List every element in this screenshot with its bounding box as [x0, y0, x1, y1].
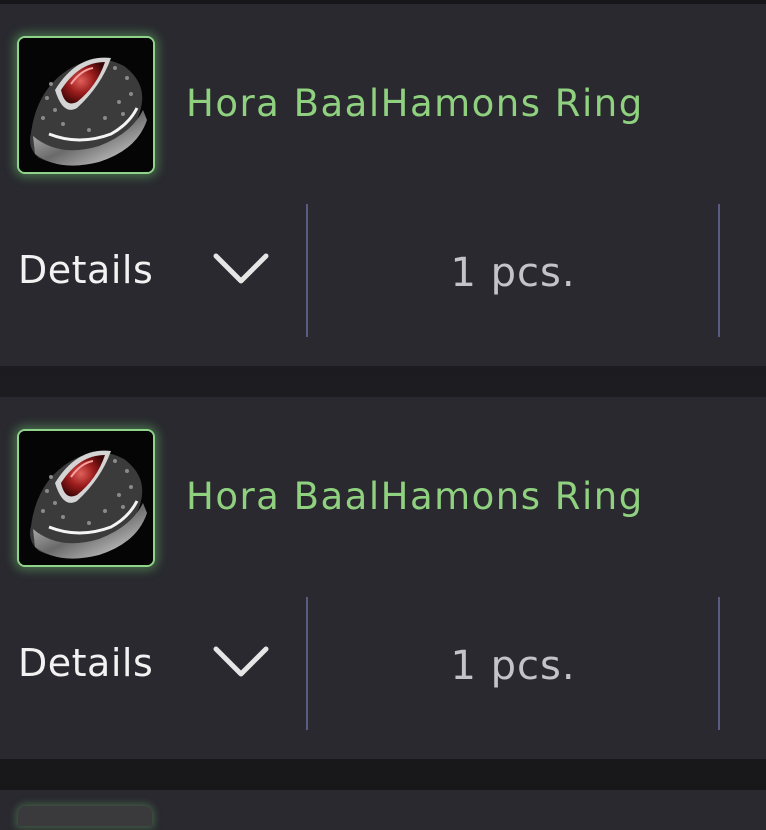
column-divider — [718, 597, 720, 730]
details-button[interactable]: Details — [18, 236, 278, 308]
details-button[interactable]: Details — [18, 629, 278, 701]
item-name: Hora BaalHamons Ring — [186, 82, 644, 125]
column-divider — [306, 597, 308, 730]
item-card: Hora BaalHamons Ring Details 1 pcs. — [0, 397, 766, 759]
item-card: Hora BaalHamons Ring Details 1 pcs. — [0, 4, 766, 366]
chevron-down-icon[interactable] — [212, 252, 270, 286]
quantity-label: 1 pcs. — [450, 250, 576, 296]
item-name: Hora BaalHamons Ring — [186, 475, 644, 518]
ring-icon[interactable] — [17, 36, 155, 174]
item-icon-partial — [18, 806, 152, 826]
details-label: Details — [18, 641, 154, 685]
column-divider — [306, 204, 308, 337]
chevron-down-icon[interactable] — [212, 645, 270, 679]
column-divider — [718, 204, 720, 337]
item-card-partial — [0, 790, 766, 830]
ring-icon[interactable] — [17, 429, 155, 567]
quantity-label: 1 pcs. — [450, 643, 576, 689]
details-label: Details — [18, 248, 154, 292]
